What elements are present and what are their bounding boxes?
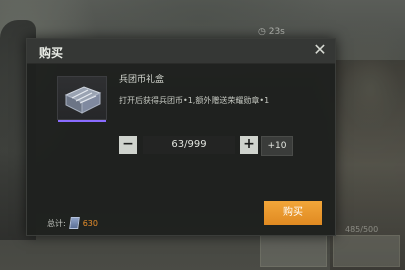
legion-coin-icon [68,217,80,229]
quantity-field[interactable]: 63/999 [143,136,235,154]
quantity-stepper: − 63/999 + +10 [119,136,319,156]
background-slot [333,235,400,267]
add-ten-button[interactable]: +10 [261,136,293,156]
clock-icon: ◷ [258,27,269,37]
purchase-dialog: 购买 ✕ 兵团币礼盒 打开后获得兵团币•1,额外赠送荣耀勋章•1 − 63/99… [26,38,336,236]
item-icon-frame [57,76,107,122]
gift-box-icon [64,86,102,114]
total-label: 总计: [47,218,66,228]
background-slot [260,235,327,267]
buy-button[interactable]: 购买 [264,201,322,225]
total-value: 630 [82,218,98,228]
background-counter: 485/500 [345,225,379,234]
decrease-quantity-button[interactable]: − [119,136,137,154]
item-description: 打开后获得兵团币•1,额外赠送荣耀勋章•1 [119,96,270,105]
dialog-header: 购买 ✕ [27,39,335,64]
rarity-bar [58,120,106,122]
increase-quantity-button[interactable]: + [240,136,258,154]
item-name: 兵团币礼盒 [119,75,165,85]
dialog-title: 购买 [39,46,64,60]
background-timer: ◷ 23s [258,27,285,37]
background-slots [260,235,400,267]
close-icon: ✕ [313,40,327,59]
close-button[interactable]: ✕ [311,41,329,59]
total-summary: 总计: 630 [47,217,98,229]
